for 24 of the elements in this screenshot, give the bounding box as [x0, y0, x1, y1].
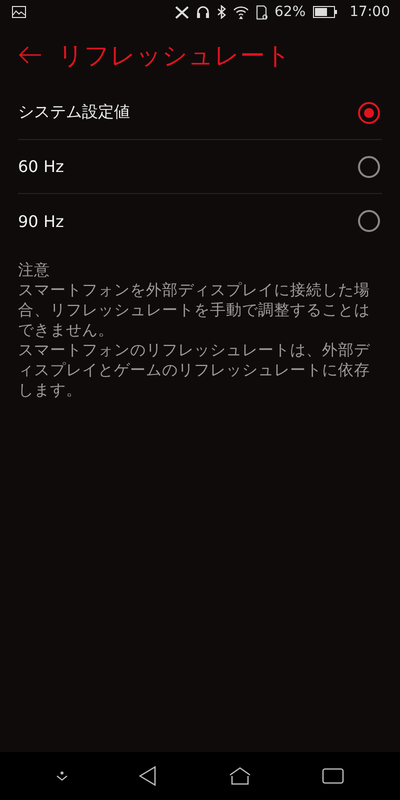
back-icon[interactable] — [139, 766, 158, 786]
refresh-rate-option[interactable]: システム設定値 — [18, 86, 382, 140]
note-heading: 注意 — [18, 260, 51, 280]
home-icon[interactable] — [228, 767, 251, 785]
radio-button[interactable] — [358, 156, 380, 178]
headphones-icon — [196, 5, 210, 19]
note-text: スマートフォンのリフレッシュレートは、外部ディスプレイとゲームのリフレッシュレートに依存します。 — [18, 340, 371, 400]
recent-apps-icon[interactable] — [322, 767, 344, 785]
back-arrow-icon[interactable] — [18, 46, 42, 64]
battery-percent: 62% — [274, 4, 306, 20]
bluetooth-icon — [216, 5, 226, 19]
chevron-down-icon[interactable] — [56, 771, 68, 781]
refresh-rate-option[interactable]: 90 Hz — [18, 194, 382, 248]
radio-button[interactable] — [358, 210, 380, 232]
note-text: スマートフォンを外部ディスプレイに接続した場合、リフレッシュレートを手動で調整することはできません。 — [18, 280, 371, 340]
refresh-rate-option[interactable]: 60 Hz — [18, 140, 382, 194]
screen-title: リフレッシュレート — [58, 40, 291, 72]
radio-button[interactable] — [358, 102, 380, 124]
gallery-icon — [12, 6, 26, 18]
wifi-icon — [232, 5, 249, 19]
clock: 17:00 — [350, 4, 390, 20]
battery-icon — [312, 6, 337, 18]
sd-card-icon — [256, 4, 268, 20]
x-logo-icon — [174, 6, 189, 18]
